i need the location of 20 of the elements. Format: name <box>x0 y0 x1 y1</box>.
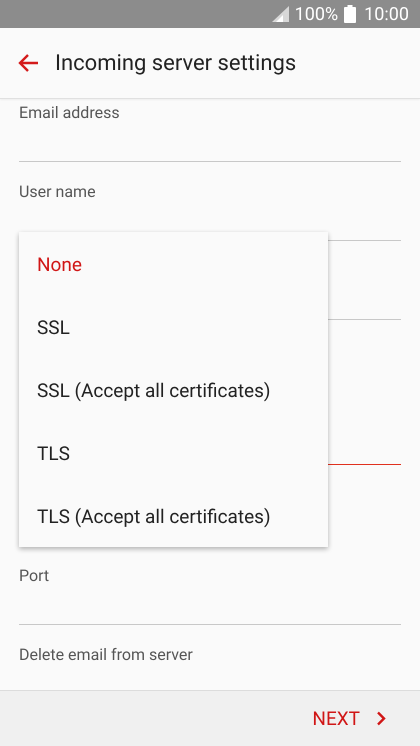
field-label: Port <box>19 566 50 586</box>
field-label: User name <box>19 182 97 202</box>
field-underline[interactable] <box>19 161 401 162</box>
back-button[interactable] <box>17 53 39 73</box>
back-arrow-icon <box>17 53 39 73</box>
menu-item[interactable]: SSL (Accept all certificates) <box>19 359 328 422</box>
menu-item[interactable]: TLS (Accept all certificates) <box>19 485 328 548</box>
next-button[interactable]: NEXT <box>312 703 386 734</box>
clock-time: 10:00 <box>364 4 409 24</box>
menu-item[interactable]: SSL <box>19 296 328 359</box>
signal-icon <box>272 6 289 22</box>
battery-icon <box>344 5 356 23</box>
field-label: Email address <box>19 103 121 123</box>
chevron-right-icon <box>376 711 386 726</box>
field-underline[interactable] <box>19 624 401 625</box>
menu-item[interactable]: TLS <box>19 422 328 485</box>
field-label: Delete email from server <box>19 645 194 665</box>
menu-item[interactable]: None <box>19 233 328 296</box>
battery-level: 100% <box>294 4 338 24</box>
screen-title: Incoming server settings <box>55 50 296 76</box>
